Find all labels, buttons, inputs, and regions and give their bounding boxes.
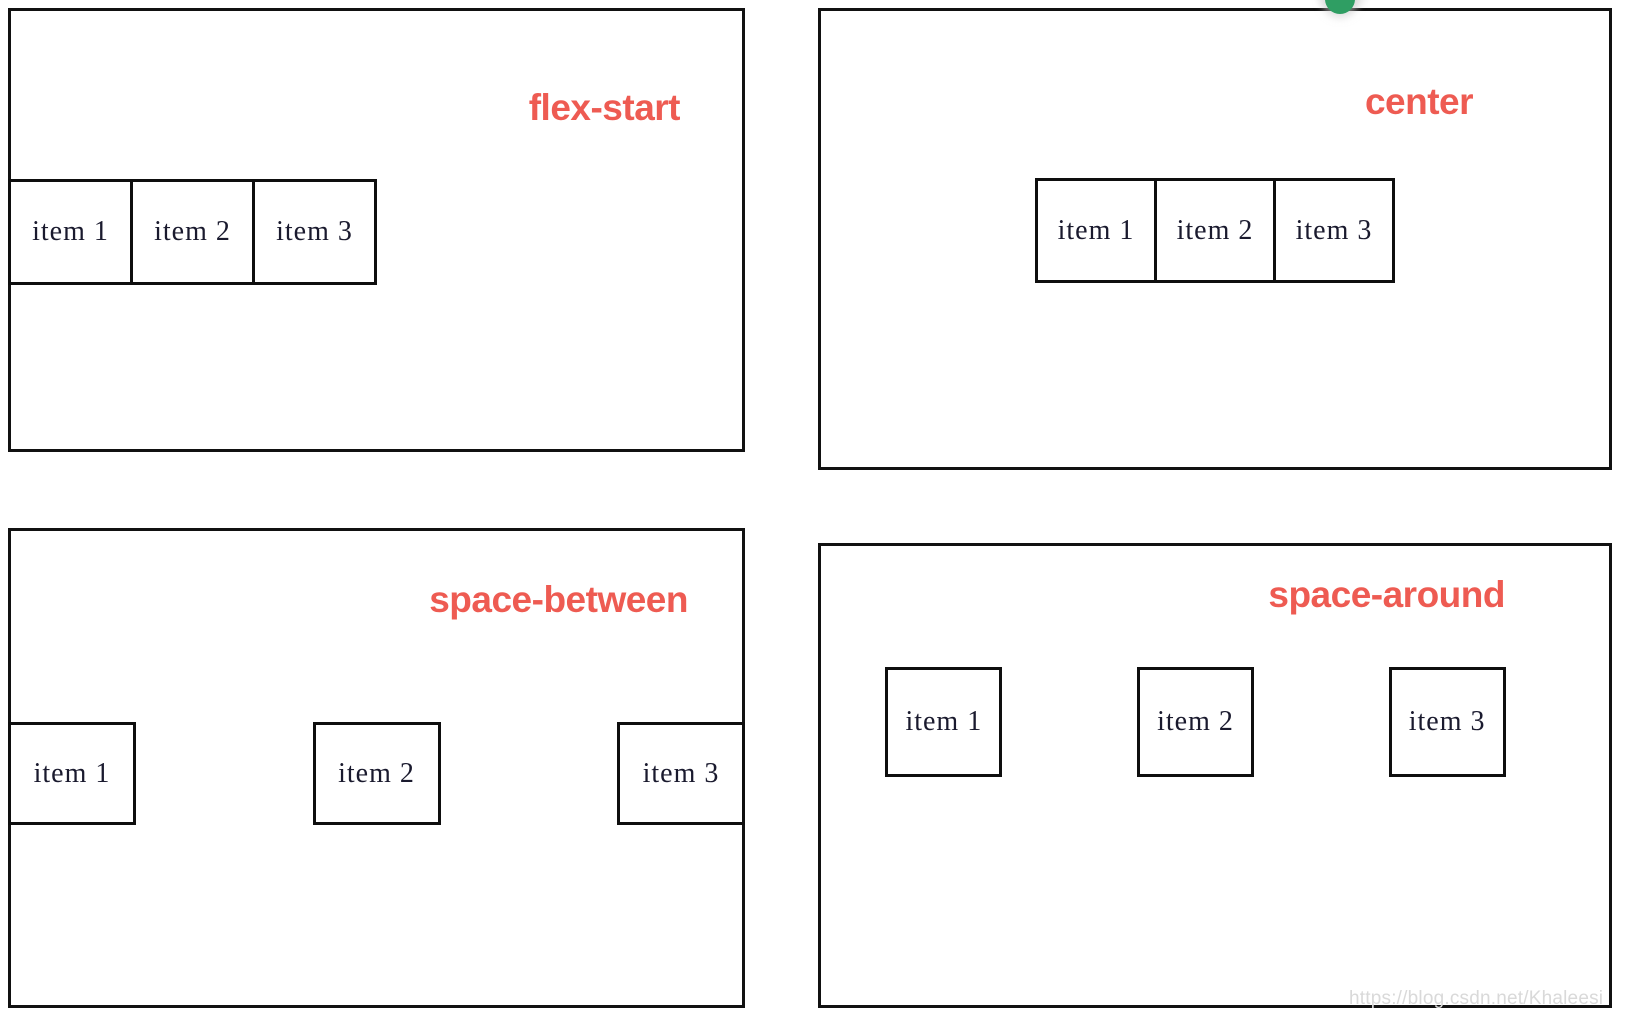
caption-flex-start: flex-start (528, 87, 681, 128)
flex-item: item 1 (1035, 178, 1157, 283)
flex-container-space-around: space-around item 1 item 2 item 3 (818, 543, 1612, 1008)
flex-item: item 2 (130, 179, 255, 285)
flex-container-center: center item 1 item 2 item 3 (818, 8, 1612, 470)
flex-container-space-between: space-between item 1 item 2 item 3 (8, 528, 745, 1008)
flex-item: item 1 (8, 722, 136, 825)
watermark-text: https://blog.csdn.net/Khaleesi (1349, 988, 1604, 1009)
caption-center: center (1364, 81, 1474, 122)
flex-item: item 3 (1388, 667, 1506, 777)
diagram-canvas: flex-start item 1 item 2 item 3 center i… (0, 0, 1630, 1014)
caption-space-around: space-around (1268, 574, 1505, 615)
flex-item-row-center: item 1 item 2 item 3 (818, 178, 1612, 283)
caption-space-between: space-between (429, 579, 688, 620)
flex-container-flex-start: flex-start item 1 item 2 item 3 (8, 8, 745, 452)
flex-item: item 3 (1273, 178, 1395, 283)
flex-item-row-space-around: item 1 item 2 item 3 (818, 667, 1573, 777)
flex-item: item 2 (1136, 667, 1254, 777)
flex-item: item 2 (312, 722, 441, 825)
flex-item-row-space-between: item 1 item 2 item 3 (8, 722, 745, 825)
flex-item: item 3 (617, 722, 745, 825)
flex-item: item 3 (252, 179, 377, 285)
flex-item: item 2 (1154, 178, 1276, 283)
flex-item: item 1 (885, 667, 1003, 777)
flex-item-row-flex-start: item 1 item 2 item 3 (8, 179, 745, 285)
flex-item: item 1 (8, 179, 133, 285)
